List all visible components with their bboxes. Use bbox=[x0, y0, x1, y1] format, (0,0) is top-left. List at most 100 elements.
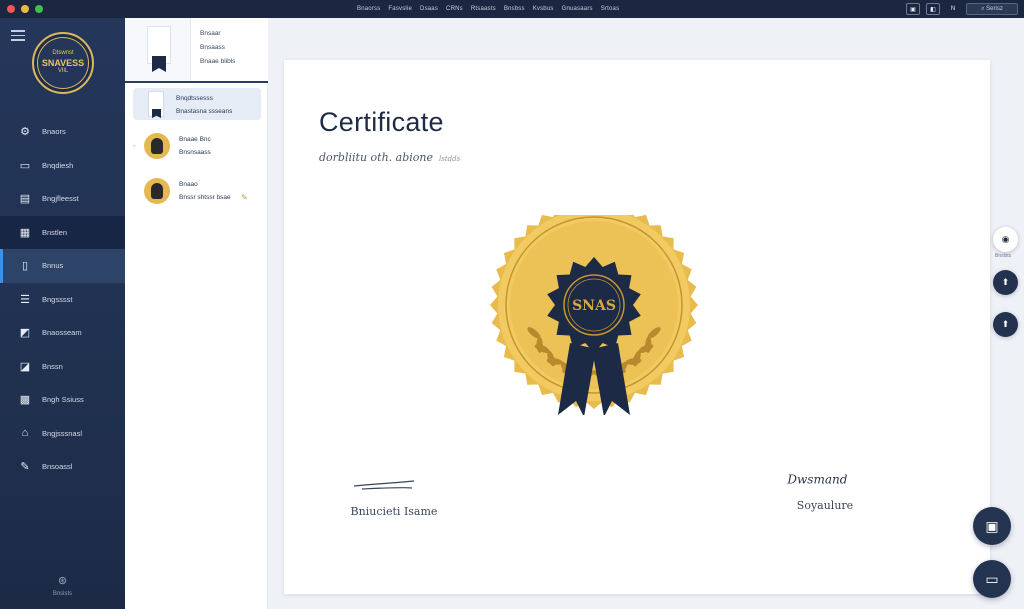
sidebar-item[interactable]: ⌂ Bngjsssnasl bbox=[0, 417, 125, 451]
sidebar-item[interactable]: ▭ Bnqdiesh bbox=[0, 149, 125, 183]
search-input[interactable]: ⌕ Serisz bbox=[966, 3, 1018, 15]
chat-button[interactable]: ▭ bbox=[973, 560, 1011, 598]
close-window-button[interactable] bbox=[7, 5, 15, 13]
sidebar-item-label: Bnaosseam bbox=[42, 328, 82, 338]
logo-bottom-text: VIlL bbox=[57, 68, 69, 75]
sidebar-footer-label: Bnslsts bbox=[52, 591, 73, 597]
document-preview[interactable]: Bnsaar Bnsaass Bnaae blibls bbox=[125, 18, 268, 83]
menu-item[interactable]: Srtoas bbox=[601, 6, 620, 12]
document-panel: Bnsaar Bnsaass Bnaae blibls Bnqdtssesss … bbox=[125, 18, 268, 609]
hamburger-menu-icon[interactable] bbox=[11, 30, 25, 44]
menu-item[interactable]: Rtsaasts bbox=[471, 6, 496, 12]
list-item-subtitle: Bnsnsaass bbox=[179, 149, 211, 156]
window-icon: ▭ bbox=[19, 159, 31, 172]
pencil-icon[interactable]: ✎ bbox=[241, 193, 248, 202]
upload-button[interactable]: ⬆ bbox=[993, 270, 1018, 295]
upload-icon: ⬆ bbox=[1001, 277, 1010, 287]
upload-button[interactable]: ⬆ bbox=[993, 312, 1018, 337]
help-icon: ⊛ bbox=[57, 575, 68, 587]
menu-item[interactable]: Kvsbus bbox=[533, 6, 554, 12]
edit-icon: ✎ bbox=[20, 461, 30, 474]
sidebar-item-label: Bnqdiesh bbox=[42, 160, 74, 170]
gallery-button[interactable]: ▣ bbox=[973, 507, 1011, 545]
list-item-text: Bnaao Bnssr shtssr bsae bbox=[179, 178, 231, 204]
calculator-icon: ▦ bbox=[19, 226, 31, 239]
menu-item[interactable]: Bnsbss bbox=[504, 6, 525, 12]
split-view-icon[interactable]: ◧ bbox=[926, 3, 940, 15]
preview-line: Bnsaass bbox=[200, 44, 225, 51]
sidebar-item[interactable]: ✎ Bnsoassl bbox=[0, 450, 125, 484]
menu-item[interactable]: Fasvslie bbox=[388, 6, 412, 12]
certificate-subtitle-small: lstdds bbox=[438, 155, 461, 163]
menu-item[interactable]: Dsaas bbox=[420, 6, 438, 12]
signature-stroke-icon bbox=[353, 480, 415, 490]
list-item[interactable]: ◦ Bnaae Bnc Bnsnsaass bbox=[133, 131, 261, 163]
notifications-icon[interactable]: N bbox=[946, 3, 960, 15]
image-icon: ▣ bbox=[985, 517, 999, 534]
list-item-title: Bnqdtssesss bbox=[176, 95, 213, 102]
tag-icon: ◪ bbox=[19, 360, 31, 373]
list-item-title: Bnaao bbox=[179, 181, 198, 188]
sidebar-item-label: Bngsssst bbox=[42, 294, 73, 304]
control-label: Bnslsts bbox=[995, 253, 1012, 259]
sidebar-item-selected[interactable]: ▯ Bnnus bbox=[0, 249, 125, 283]
gold-seal-icon: SNAS bbox=[490, 215, 698, 415]
title-bar: Bnaorss Fasvslie Dsaas CRNs Rtsaasts Bns… bbox=[0, 0, 1024, 18]
chat-icon: ▭ bbox=[985, 570, 999, 587]
list-item-subtitle: Bnastasna ssseans bbox=[176, 108, 233, 115]
right-signature-block: Dwsmand Soyaulure bbox=[760, 466, 890, 512]
menu-item[interactable]: Gnuasaars bbox=[562, 6, 593, 12]
logo-mid-text: SNAVESS bbox=[41, 57, 85, 68]
minimize-window-button[interactable] bbox=[21, 5, 29, 13]
sidebar-nav: ⚙ Bnaors ▭ Bnqdiesh ▤ Bngjfleesst ▦ Bnstlen … bbox=[0, 115, 125, 484]
layout-icon[interactable]: ▣ bbox=[906, 3, 920, 15]
signature-script-icon: Dwsmand bbox=[786, 473, 847, 487]
sidebar-item[interactable]: ◩ Bnaosseam bbox=[0, 316, 125, 350]
sidebar: Dtswnst SNAVESS VIlL ⚙ Bnaors ▭ Bnqdiesh ▤… bbox=[0, 18, 125, 609]
trophy-icon: ⌂ bbox=[21, 427, 29, 440]
menu-item[interactable]: Bnaorss bbox=[357, 6, 380, 12]
title-menu: Bnaorss Fasvslie Dsaas CRNs Rtsaasts Bns… bbox=[357, 0, 619, 18]
menu-item[interactable]: CRNs bbox=[446, 6, 463, 12]
grid-icon: ▩ bbox=[19, 394, 31, 407]
palette-icon: ◉ bbox=[1001, 234, 1010, 244]
sidebar-item-label: Bngjsssnasl bbox=[42, 428, 83, 438]
preview-line: Bnsaar bbox=[200, 30, 221, 37]
document-icon: ▤ bbox=[19, 193, 31, 206]
sidebar-item[interactable]: ▦ Bnstlen bbox=[0, 215, 125, 249]
maximize-window-button[interactable] bbox=[35, 5, 43, 13]
list-item-title: Bnaae Bnc bbox=[179, 136, 211, 143]
list-item-text: Bnqdtssesss Bnastasna ssseans bbox=[176, 92, 232, 118]
right-signature-name: Soyaulure bbox=[796, 499, 854, 512]
bullet-icon: ◦ bbox=[133, 143, 136, 150]
sidebar-item-label: Bnstlen bbox=[42, 227, 68, 237]
main-canvas: Certificate dorbliitu oth. abione lstdds … bbox=[268, 18, 1024, 609]
clipboard-icon: ▯ bbox=[21, 260, 29, 273]
sidebar-item-label: Bnnus bbox=[42, 261, 64, 271]
list-icon: ☰ bbox=[20, 293, 30, 306]
certificate-subtitle-text: dorbliitu oth. abione bbox=[319, 151, 433, 164]
list-item-text: Bnaae Bnc Bnsnsaass bbox=[179, 133, 211, 159]
sidebar-item-label: Bngh Ssiuss bbox=[42, 395, 84, 405]
left-signature-name: Bniucieti Isame bbox=[350, 505, 438, 518]
sidebar-item[interactable]: ▤ Bngjfleesst bbox=[0, 182, 125, 216]
signature-script-text: Dwsmand bbox=[786, 473, 847, 487]
settings-icon: ⚙ bbox=[20, 126, 30, 139]
certificate-title: Certificate bbox=[319, 107, 444, 137]
sidebar-item[interactable]: ▩ Bngh Ssiuss bbox=[0, 383, 125, 417]
sidebar-footer[interactable]: ⊛ Bnslsts bbox=[0, 574, 125, 597]
preview-meta: Bnsaar Bnsaass Bnaae blibls bbox=[200, 27, 235, 69]
logo-top-text: Dtswnst bbox=[52, 50, 74, 57]
sidebar-item[interactable]: ◪ Bnssn bbox=[0, 350, 125, 384]
sidebar-item[interactable]: ⚙ Bnaors bbox=[0, 115, 125, 149]
avatar bbox=[144, 178, 170, 204]
ribbon-icon bbox=[152, 56, 166, 72]
emoji-reaction-button[interactable]: ◉ bbox=[993, 227, 1018, 252]
document-thumbnail-icon bbox=[148, 91, 164, 118]
chart-icon: ◩ bbox=[19, 327, 31, 340]
list-item-selected[interactable]: Bnqdtssesss Bnastasna ssseans bbox=[133, 88, 261, 120]
certificate-page: Certificate dorbliitu oth. abione lstdds … bbox=[284, 60, 990, 594]
list-item[interactable]: Bnaao Bnssr shtssr bsae ✎ bbox=[133, 176, 261, 208]
preview-line: Bnaae blibls bbox=[200, 58, 236, 65]
sidebar-item[interactable]: ☰ Bngsssst bbox=[0, 283, 125, 317]
